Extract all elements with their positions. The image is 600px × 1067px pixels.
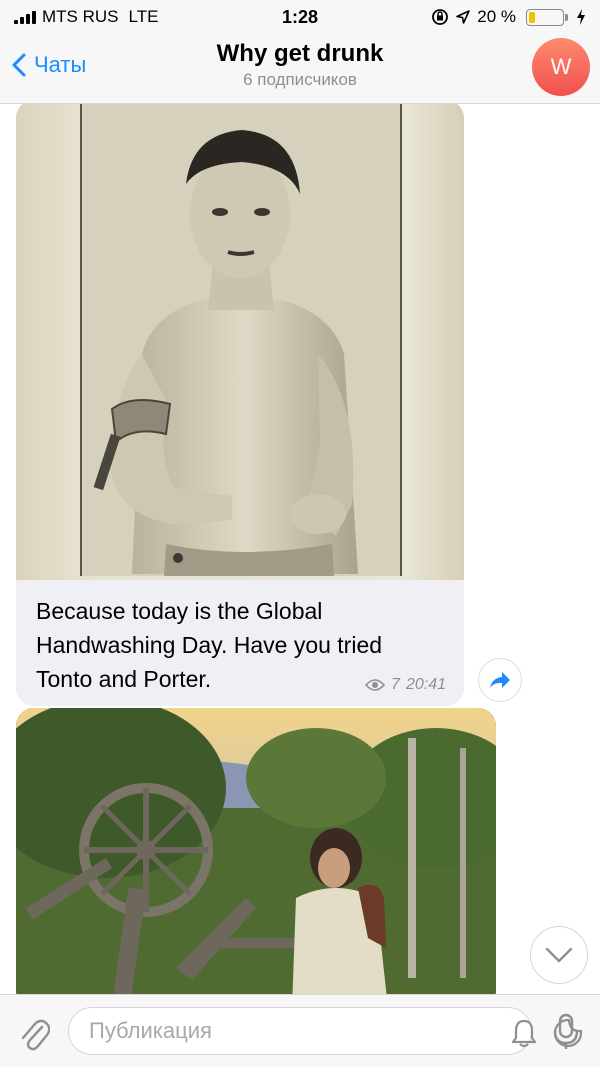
view-count: 7: [391, 676, 400, 693]
carrier-name: MTS RUS: [42, 7, 119, 26]
charging-icon: [577, 9, 585, 25]
message-time: 20:41: [405, 676, 446, 693]
painting-illustration: [16, 708, 496, 994]
eye-icon: [365, 679, 386, 691]
shirtless-man-illustration: [82, 104, 400, 576]
location-icon: [456, 10, 471, 24]
signal-icon: [14, 10, 36, 24]
status-bar: MTS RUS LTE 1:28 20 %: [0, 0, 600, 34]
status-left: MTS RUS LTE: [14, 7, 431, 27]
composer-bar: [0, 994, 600, 1067]
bell-icon: [511, 1019, 537, 1048]
chevron-down-icon: [545, 947, 573, 963]
silent-toggle-button[interactable]: [507, 1016, 541, 1050]
subscriber-count: 6 подписчиков: [243, 70, 357, 89]
microphone-icon: [553, 1013, 579, 1049]
message-meta: 7 20:41: [365, 676, 446, 694]
message-bubble[interactable]: Because today is the Global Handwashing …: [16, 104, 464, 706]
channel-avatar[interactable]: W: [532, 38, 590, 96]
share-icon: [490, 672, 510, 688]
scroll-to-bottom-button[interactable]: [530, 926, 588, 984]
attach-button[interactable]: [14, 1013, 54, 1053]
chat-header: Чаты Why get drunk 6 подписчиков W: [0, 34, 600, 104]
voice-record-button[interactable]: [546, 1011, 586, 1053]
message-input[interactable]: [89, 1018, 429, 1044]
battery-icon: [526, 8, 568, 26]
photo-plate: [80, 104, 402, 576]
battery-percent: 20 %: [477, 7, 516, 26]
channel-title: Why get drunk: [216, 40, 384, 67]
status-right: 20 %: [431, 7, 586, 27]
message-photo[interactable]: [16, 708, 496, 994]
message-input-wrap[interactable]: [68, 1007, 583, 1055]
network-type: LTE: [128, 7, 159, 26]
screen-lock-icon: [432, 9, 449, 25]
message-photo[interactable]: [16, 104, 464, 580]
paperclip-icon: [21, 1019, 50, 1051]
share-button[interactable]: [478, 658, 522, 702]
channel-info[interactable]: Why get drunk 6 подписчиков: [0, 40, 600, 90]
message-list[interactable]: Because today is the Global Handwashing …: [0, 104, 600, 994]
